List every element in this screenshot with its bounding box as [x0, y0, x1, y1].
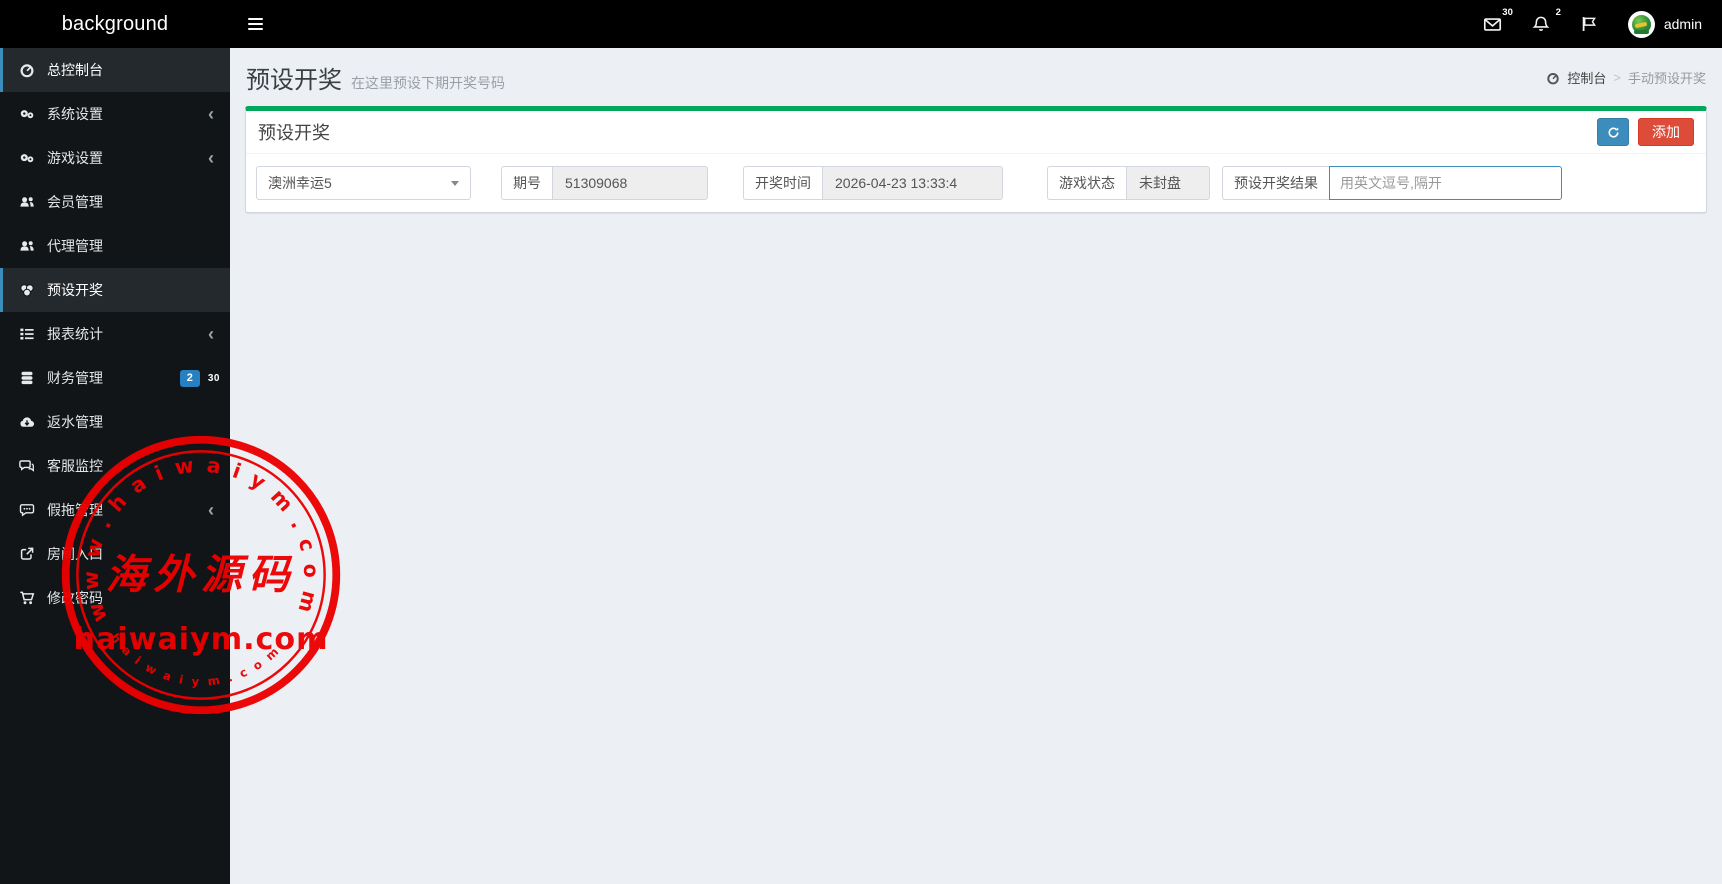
sidebar-item-preset-draw[interactable]: 预设开奖: [0, 268, 230, 312]
chevron-left-icon: ‹: [208, 104, 214, 124]
panel-tools: 添加: [1597, 118, 1694, 146]
flag-icon: [1580, 15, 1598, 33]
content-header: 预设开奖 在这里预设下期开奖号码 控制台 > 手动预设开奖: [230, 48, 1722, 106]
game-select-value: 澳洲幸运5: [268, 175, 332, 191]
breadcrumb-home-link[interactable]: 控制台: [1567, 68, 1606, 87]
tasks-button[interactable]: [1580, 15, 1598, 33]
refresh-button[interactable]: [1597, 118, 1629, 146]
sidebar-item-dashboard[interactable]: 总控制台: [0, 48, 230, 92]
dashboard-icon: [18, 62, 35, 79]
topbar-actions: 30 2 admin: [1483, 7, 1722, 38]
sidebar-item-game-settings[interactable]: 游戏设置 ‹: [0, 136, 230, 180]
preset-result-label: 预设开奖结果: [1222, 166, 1329, 200]
messages-button[interactable]: 30: [1483, 7, 1513, 34]
breadcrumb-current: 手动预设开奖: [1627, 71, 1706, 86]
issue-label: 期号: [501, 166, 552, 200]
messages-count-badge: 30: [1502, 6, 1513, 18]
draw-time-group: 开奖时间 2026-04-23 13:33:4: [743, 166, 1003, 200]
sidebar-item-fake-drag[interactable]: 假拖管理 ‹: [0, 488, 230, 532]
sidebar-item-rebate[interactable]: 返水管理: [0, 400, 230, 444]
issue-value: 51309068: [552, 166, 708, 200]
app-logo[interactable]: background: [0, 0, 230, 48]
preset-result-group: 预设开奖结果: [1222, 166, 1562, 200]
game-status-value: 未封盘: [1126, 166, 1210, 200]
panel-body: 澳洲幸运5 期号 51309068 开奖时间 2026-04-23 13:33:…: [246, 154, 1706, 212]
list-icon: [18, 326, 35, 343]
issue-group: 期号 51309068: [501, 166, 708, 200]
main-content: 预设开奖 在这里预设下期开奖号码 控制台 > 手动预设开奖 预设开奖 添加 澳洲…: [230, 48, 1722, 884]
comment-dots-icon: [18, 502, 35, 519]
sidebar-item-system-settings[interactable]: 系统设置 ‹: [0, 92, 230, 136]
finance-count-badge: 2: [179, 369, 200, 387]
dashboard-icon: [1546, 71, 1560, 85]
sidebar-item-change-password[interactable]: 修改密码: [0, 576, 230, 620]
chevron-down-icon: [451, 180, 459, 186]
chevron-left-icon: ‹: [208, 500, 214, 520]
page-title: 预设开奖: [246, 67, 342, 94]
gears-icon: [18, 106, 35, 123]
sidebar-item-service-monitor[interactable]: 客服监控: [0, 444, 230, 488]
sidebar-item-reports[interactable]: 报表统计 ‹: [0, 312, 230, 356]
top-navbar: background 30 2 admin: [0, 0, 1722, 48]
sidebar-item-finance[interactable]: 财务管理 2 30: [0, 356, 230, 400]
breadcrumb: 控制台 > 手动预设开奖: [1546, 68, 1706, 87]
sidebar-menu: 总控制台 系统设置 ‹ 游戏设置 ‹ 会员管理 代理管理 预设开奖 报表统计 ‹…: [0, 48, 230, 884]
notifications-count-badge: 2: [1555, 7, 1561, 18]
users-icon: [18, 194, 35, 211]
preset-result-input[interactable]: [1329, 166, 1562, 200]
chevron-left-icon: ‹: [208, 324, 214, 344]
bell-icon: [1532, 15, 1550, 33]
users-icon: [18, 238, 35, 255]
breadcrumb-separator: >: [1613, 70, 1621, 85]
external-link-icon: [18, 546, 35, 563]
page-subtitle: 在这里预设下期开奖号码: [351, 75, 505, 91]
sidebar-item-agents[interactable]: 代理管理: [0, 224, 230, 268]
gears-icon: [18, 150, 35, 167]
panel-header: 预设开奖 添加: [246, 111, 1706, 154]
cloud-download-icon: [18, 414, 35, 431]
notifications-button[interactable]: 2: [1532, 7, 1561, 33]
username-label: admin: [1663, 16, 1702, 32]
avatar: [1627, 10, 1655, 38]
sidebar-item-members[interactable]: 会员管理: [0, 180, 230, 224]
add-button[interactable]: 添加: [1638, 118, 1694, 146]
hamburger-icon: [248, 15, 263, 33]
database-icon: [18, 370, 35, 387]
finance-count-badge-2: 30: [207, 372, 220, 384]
user-menu-button[interactable]: admin: [1627, 10, 1702, 38]
draw-time-label: 开奖时间: [743, 166, 822, 200]
chevron-left-icon: ‹: [208, 148, 214, 168]
preset-draw-panel: 预设开奖 添加 澳洲幸运5 期号 51309068 开奖时间 2026-04-2…: [245, 106, 1707, 213]
game-status-group: 游戏状态 未封盘: [1047, 166, 1210, 200]
envelope-icon: [1483, 15, 1502, 34]
refresh-icon: [1607, 126, 1620, 139]
panel-title: 预设开奖: [258, 123, 330, 143]
game-status-label: 游戏状态: [1047, 166, 1126, 200]
draw-time-value: 2026-04-23 13:33:4: [822, 166, 1003, 200]
cart-icon: [18, 590, 35, 607]
game-select[interactable]: 澳洲幸运5: [256, 166, 471, 200]
comments-icon: [18, 458, 35, 475]
sidebar-item-room-entrance[interactable]: 房间入口: [0, 532, 230, 576]
lottery-balls-icon: [18, 282, 35, 299]
sidebar-toggle-button[interactable]: [230, 0, 281, 48]
